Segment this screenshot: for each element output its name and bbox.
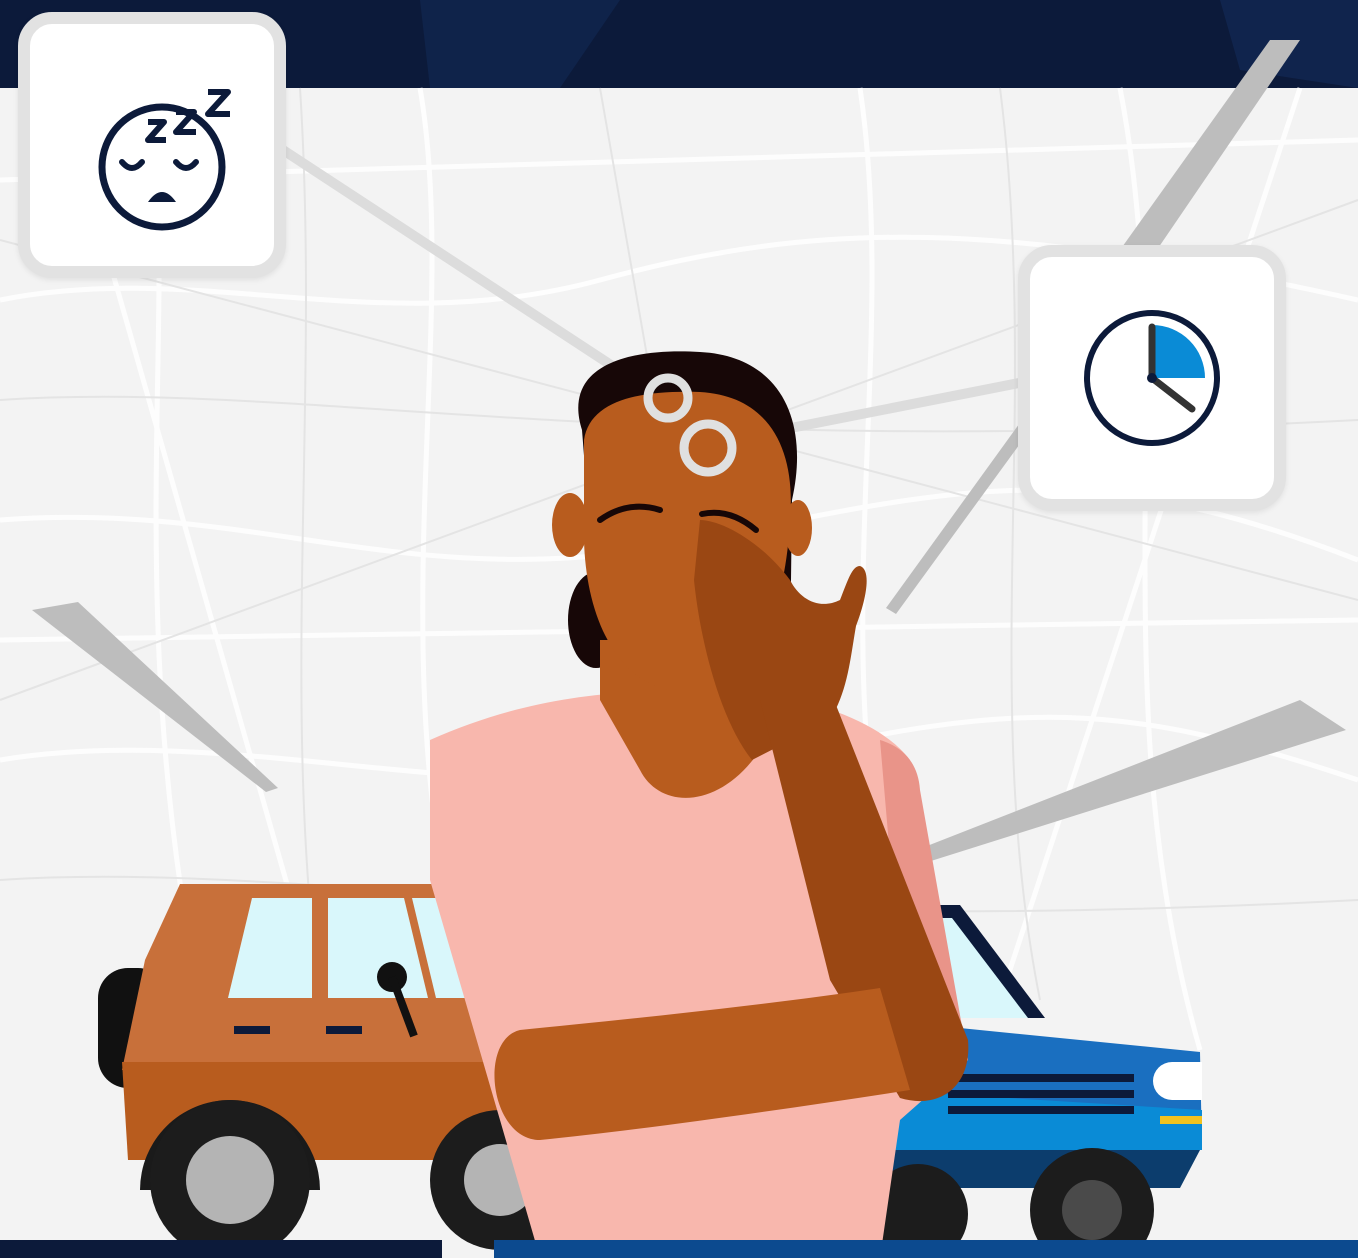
pointer-ray-right: [886, 700, 1346, 872]
pointer-ray-mid-right: [886, 420, 1030, 614]
bottom-bar-left: [0, 1240, 442, 1258]
bottom-bar-right: [494, 1240, 1358, 1258]
pointer-ray-left: [32, 602, 278, 792]
tired-woman: [430, 351, 969, 1258]
clock-callout: [1018, 245, 1286, 511]
connector-sleep: [275, 143, 651, 393]
sleeping-face-icon: [98, 89, 231, 231]
illustration-scene: [0, 0, 1358, 1258]
clock-icon: [1084, 310, 1220, 446]
sleep-callout: [18, 12, 286, 278]
